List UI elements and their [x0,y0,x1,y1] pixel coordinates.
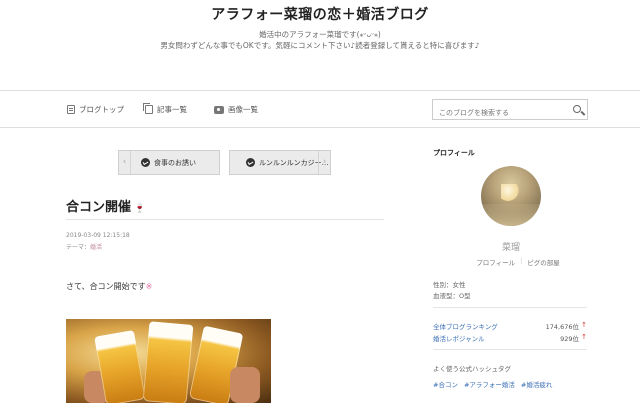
nav-article-list-label: 記事一覧 [157,105,187,114]
sidebar-divider [433,349,587,350]
profile-link[interactable]: プロフィール [471,257,520,267]
nav-article-list[interactable]: 記事一覧 [143,103,187,115]
article-date: 2019-03-09 12:15:18 [66,232,130,239]
blog-search-input[interactable] [433,103,563,123]
arrow-up-icon: ↑ [581,333,587,341]
profile-gender: 性別：女性 [433,281,466,289]
article-body-sentence: さて、合コン開始です [66,282,146,291]
article-theme-prefix: テーマ： [66,244,91,251]
blog-title[interactable]: アラフォー菜瑠の恋＋婚活ブログ [0,4,640,24]
ranking-overall-label: 全体ブログランキング [433,323,498,331]
prev-article-label: 食事のお誘い [154,158,196,167]
article-body-text: さて、合コン開始です※ [66,281,152,292]
profile-blood-type: 血液型：O型 [433,292,471,300]
nav-image-list[interactable]: 画像一覧 [214,104,258,115]
nav-blog-top-label: ブログトップ [79,105,124,114]
title-divider [66,219,384,220]
camera-icon [214,105,224,114]
sparkle-icon: ※ [145,282,153,291]
article-title-text: 合コン開催 [66,200,132,215]
prev-article-button[interactable]: ‹ 食事のお誘い [118,150,220,175]
hashtag-link[interactable]: #アラフォー婚活 [464,379,515,389]
wine-glass-icon: 🍷 [134,204,146,214]
chevron-right-icon: › [318,151,330,174]
document-icon [67,105,75,114]
next-article-button[interactable]: ルンルンルンカジー… › [229,150,331,175]
blog-header: アラフォー菜瑠の恋＋婚活ブログ 婚活中のアラフォー菜瑠です(⁎ᵕᴗᵕ⁎) 男女問… [0,0,640,90]
chevron-left-icon: ‹ [119,151,131,174]
blog-search-box [432,99,588,123]
hashtag-link[interactable]: #婚活疲れ [521,379,552,389]
ranking-genre[interactable]: 婚活レポジャンル 929位 ↑ [433,333,587,343]
hashtag-heading: よく使う公式ハッシュタグ [433,365,511,373]
avatar[interactable] [481,166,541,226]
check-circle-icon [141,158,150,167]
photo-beer-mug [142,321,194,403]
blog-description-line1: 婚活中のアラフォー菜瑠です(⁎ᵕᴗᵕ⁎) [259,30,381,39]
blog-nav-bar: ブログトップ 記事一覧 画像一覧 [0,90,640,128]
search-icon[interactable] [573,105,581,113]
article-title[interactable]: 合コン開催 🍷 [66,196,145,215]
nav-blog-top[interactable]: ブログトップ [67,104,124,115]
article-theme-link[interactable]: 婚活 [90,244,102,251]
profile-heading: プロフィール [433,149,475,157]
ranking-genre-label: 婚活レポジャンル [433,335,485,343]
pigg-room-link[interactable]: ピグの部屋 [522,257,565,267]
ranking-overall[interactable]: 全体ブログランキング 174,676位 ↑ [433,321,587,331]
nav-image-list-label: 画像一覧 [228,105,258,114]
article-theme: テーマ：婚活 [66,242,102,251]
sidebar-divider [433,307,587,308]
article-photo-beer-toast[interactable] [66,319,271,403]
blog-description-line2: 男女問わずどんな事でもOKです。気軽にコメント下さい♪読者登録して貰えると特に喜… [160,41,480,50]
pages-icon [143,103,153,114]
profile-name[interactable]: 菜瑠 [481,240,541,253]
hashtag-link[interactable]: #合コン [433,379,458,389]
ranking-genre-value: 929位 [560,335,579,343]
profile-links: プロフィール | ピグの部屋 [458,257,578,267]
arrow-up-icon: ↑ [581,321,587,329]
hashtag-list: #合コン #アラフォー婚活 #婚活疲れ [433,379,552,389]
check-circle-icon [246,158,255,167]
photo-hand [230,367,260,403]
ranking-overall-value: 174,676位 [545,323,579,331]
